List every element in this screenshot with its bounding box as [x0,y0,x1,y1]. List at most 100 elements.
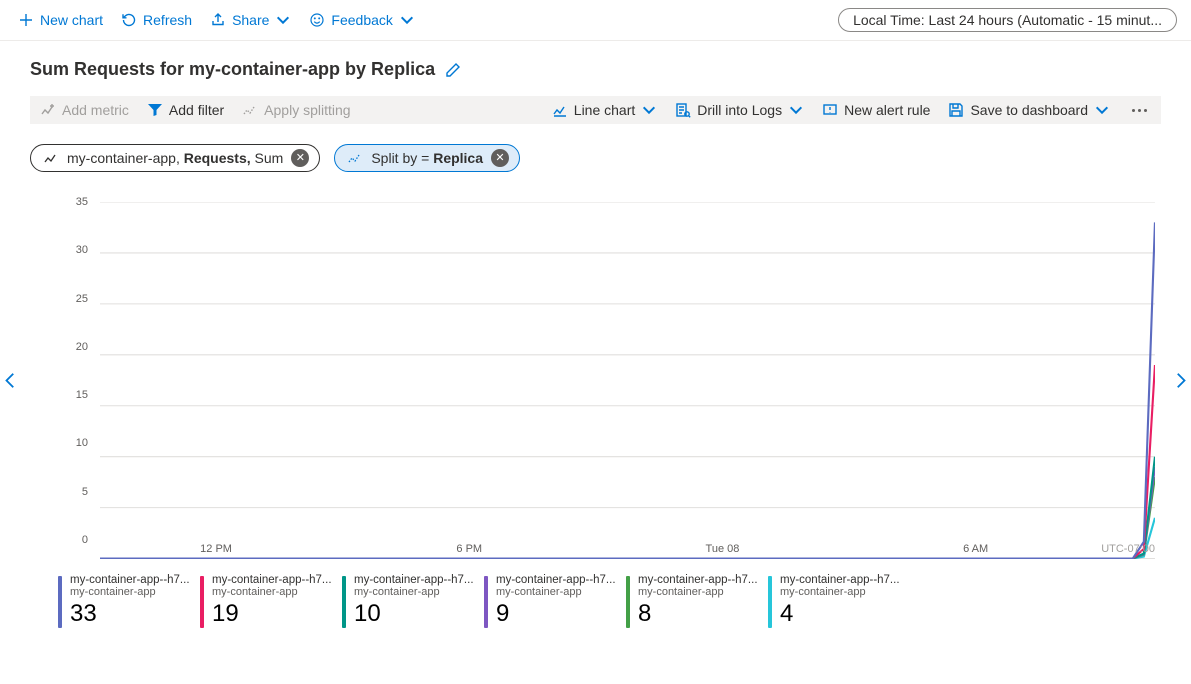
chevron-down-icon [399,12,415,28]
chart-toolbar: Add metric Add filter Apply splitting Li… [30,96,1161,124]
y-tick-label: 35 [76,196,88,208]
alert-icon [822,102,838,118]
chevron-right-icon [1171,372,1189,390]
y-axis-labels: 05101520253035 [30,202,94,540]
edit-title-icon[interactable] [445,62,461,78]
filter-icon [147,102,163,118]
top-toolbar-left: New chart Refresh Share Feedback [18,12,415,28]
legend-series-name: my-container-app--h7... [212,574,332,586]
legend-series-name: my-container-app--h7... [638,574,758,586]
add-filter-label: Add filter [169,102,224,118]
y-tick-label: 0 [82,534,88,546]
legend-series-subtitle: my-container-app [496,586,616,598]
chevron-left-icon [2,372,20,390]
add-filter-button[interactable]: Add filter [147,102,224,118]
save-to-dashboard-label: Save to dashboard [970,102,1088,118]
legend-series-value: 33 [70,600,190,628]
legend-item[interactable]: my-container-app--h7... my-container-app… [342,574,482,628]
chevron-down-icon [1094,102,1110,118]
legend-swatch [626,576,630,628]
metric-pill-text: my-container-app, Requests, Sum [67,150,283,166]
legend-item[interactable]: my-container-app--h7... my-container-app… [484,574,624,628]
legend-series-name: my-container-app--h7... [70,574,190,586]
legend-series-subtitle: my-container-app [354,586,474,598]
new-alert-rule-button[interactable]: New alert rule [822,102,930,118]
plus-icon [18,12,34,28]
apply-splitting-label: Apply splitting [264,102,350,118]
legend-series-subtitle: my-container-app [70,586,190,598]
chevron-down-icon [788,102,804,118]
split-icon [242,102,258,118]
remove-split-icon[interactable]: ✕ [491,149,509,167]
legend-series-name: my-container-app--h7... [354,574,474,586]
chart-title-row: Sum Requests for my-container-app by Rep… [0,41,1191,96]
line-chart-icon [552,102,568,118]
legend-item[interactable]: my-container-app--h7... my-container-app… [768,574,908,628]
share-button[interactable]: Share [210,12,291,28]
time-range-picker[interactable]: Local Time: Last 24 hours (Automatic - 1… [838,8,1177,32]
add-metric-icon [40,102,56,118]
remove-metric-icon[interactable]: ✕ [291,149,309,167]
legend-swatch [342,576,346,628]
x-tick-label: Tue 08 [706,543,740,555]
chevron-down-icon [275,12,291,28]
legend-item[interactable]: my-container-app--h7... my-container-app… [200,574,340,628]
legend-series-subtitle: my-container-app [780,586,900,598]
y-tick-label: 5 [82,486,88,498]
y-tick-label: 25 [76,293,88,305]
more-options-button[interactable] [1128,109,1151,112]
chart-type-label: Line chart [574,102,635,118]
new-alert-rule-label: New alert rule [844,102,930,118]
smiley-icon [309,12,325,28]
x-tick-label: 6 AM [963,543,988,555]
add-metric-label: Add metric [62,102,129,118]
legend-series-value: 4 [780,600,900,628]
legend-series-value: 8 [638,600,758,628]
next-chart-button[interactable] [1171,372,1189,393]
chevron-down-icon [641,102,657,118]
new-chart-button[interactable]: New chart [18,12,103,28]
drill-into-logs-button[interactable]: Drill into Logs [675,102,804,118]
legend-series-subtitle: my-container-app [212,586,332,598]
legend-swatch [58,576,62,628]
chart-area: 05101520253035 UTC-07:00 12 PM6 PMTue 08… [30,202,1161,562]
y-tick-label: 10 [76,437,88,449]
x-tick-label: 12 PM [200,543,232,555]
chart-toolbar-right: Line chart Drill into Logs New alert rul… [552,102,1151,118]
chart-type-button[interactable]: Line chart [552,102,657,118]
legend-item[interactable]: my-container-app--h7... my-container-app… [58,574,198,628]
legend-swatch [200,576,204,628]
feedback-label: Feedback [331,12,392,28]
chart-plot [100,202,1155,559]
split-pill[interactable]: Split by = Replica ✕ [334,144,520,172]
y-tick-label: 20 [76,341,88,353]
metric-pill[interactable]: my-container-app, Requests, Sum ✕ [30,144,320,172]
new-chart-label: New chart [40,12,103,28]
legend-swatch [484,576,488,628]
legend-item[interactable]: my-container-app--h7... my-container-app… [626,574,766,628]
metric-pill-row: my-container-app, Requests, Sum ✕ Split … [0,138,1191,172]
line-chart: 05101520253035 UTC-07:00 12 PM6 PMTue 08… [30,202,1161,562]
logs-icon [675,102,691,118]
refresh-button[interactable]: Refresh [121,12,192,28]
legend-swatch [768,576,772,628]
add-metric-button: Add metric [40,102,129,118]
apply-splitting-button: Apply splitting [242,102,350,118]
legend-series-value: 19 [212,600,332,628]
refresh-icon [121,12,137,28]
metric-icon [43,150,59,166]
split-icon [347,150,363,166]
save-to-dashboard-button[interactable]: Save to dashboard [948,102,1110,118]
feedback-button[interactable]: Feedback [309,12,414,28]
chart-legend: my-container-app--h7... my-container-app… [0,562,1191,628]
prev-chart-button[interactable] [2,372,20,393]
chart-toolbar-left: Add metric Add filter Apply splitting [40,102,351,118]
y-tick-label: 30 [76,244,88,256]
legend-series-value: 10 [354,600,474,628]
save-icon [948,102,964,118]
drill-into-logs-label: Drill into Logs [697,102,782,118]
timezone-label: UTC-07:00 [1101,543,1155,555]
top-toolbar: New chart Refresh Share Feedback Local T… [0,0,1191,41]
split-pill-text: Split by = Replica [371,150,483,166]
legend-series-value: 9 [496,600,616,628]
